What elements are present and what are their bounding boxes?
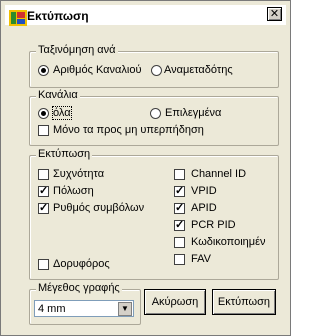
pcr-pid-checkbox[interactable]: ✓ <box>174 220 185 231</box>
sort-by-transponder-radio[interactable] <box>151 65 162 76</box>
apid-label[interactable]: APID <box>191 202 217 214</box>
encrypted-label[interactable]: Κωδικοποιημέν <box>191 236 273 248</box>
selected-channels-label[interactable]: Επιλεγμένα <box>165 107 221 119</box>
window-title: Εκτύπωση <box>27 9 89 23</box>
font-size-group: Μέγεθος γραφής 4 mm ▼ <box>29 282 141 325</box>
satellite-label[interactable]: Δορυφόρος <box>53 258 110 270</box>
sort-group-legend: Ταξινόμηση ανά <box>36 44 118 56</box>
print-fields-group: Εκτύπωση Συχνότητα ✓ Πόλωση ✓ Ρυθμός συμ… <box>29 148 279 280</box>
font-size-legend: Μέγεθος γραφής <box>36 282 122 294</box>
symbol-rate-label[interactable]: Ρυθμός συμβόλων <box>53 202 144 214</box>
non-skip-only-label[interactable]: Μόνο τα προς μη υπερπήδηση <box>53 124 204 136</box>
satellite-checkbox[interactable] <box>38 259 49 270</box>
selected-channels-radio[interactable] <box>150 108 161 119</box>
sort-by-transponder-label[interactable]: Αναμεταδότης <box>164 64 233 76</box>
channels-group: Κανάλια όλα Επιλεγμένα Μόνο τα προς μη υ… <box>29 89 279 146</box>
print-button-label: Εκτύπωση <box>217 296 271 308</box>
polarization-label[interactable]: Πόλωση <box>53 185 94 197</box>
frequency-checkbox[interactable] <box>38 169 49 180</box>
title-bar: Εκτύπωση ✕ <box>5 5 286 26</box>
all-channels-radio[interactable] <box>38 108 49 119</box>
fav-label[interactable]: FAV <box>191 253 211 265</box>
close-icon: ✕ <box>269 8 280 20</box>
vpid-label[interactable]: VPID <box>191 185 217 197</box>
checkmark-icon: ✓ <box>175 185 185 197</box>
app-icon <box>9 10 27 26</box>
pcr-pid-label[interactable]: PCR PID <box>191 219 236 231</box>
checkmark-icon: ✓ <box>175 219 185 231</box>
chevron-down-icon[interactable]: ▼ <box>118 302 132 316</box>
print-dialog: Εκτύπωση ✕ Ταξινόμηση ανά Αριθμός Καναλι… <box>0 0 291 336</box>
checkmark-icon: ✓ <box>175 202 185 214</box>
cancel-button-label: Ακύρωση <box>151 296 199 308</box>
apid-checkbox[interactable]: ✓ <box>174 203 185 214</box>
fav-checkbox[interactable] <box>174 254 185 265</box>
encrypted-checkbox[interactable] <box>174 237 185 248</box>
sort-by-channel-radio[interactable] <box>38 65 49 76</box>
non-skip-only-checkbox[interactable] <box>38 125 49 136</box>
checkmark-icon: ✓ <box>39 185 49 197</box>
channels-group-legend: Κανάλια <box>36 89 80 101</box>
frequency-label[interactable]: Συχνότητα <box>53 168 104 180</box>
cancel-button[interactable]: Ακύρωση <box>144 289 206 315</box>
checkmark-icon: ✓ <box>39 202 49 214</box>
channel-id-checkbox[interactable] <box>174 169 185 180</box>
print-button[interactable]: Εκτύπωση <box>212 289 276 315</box>
symbol-rate-checkbox[interactable]: ✓ <box>38 203 49 214</box>
polarization-checkbox[interactable]: ✓ <box>38 186 49 197</box>
sort-by-channel-label[interactable]: Αριθμός Καναλιού <box>53 64 141 76</box>
all-channels-label[interactable]: όλα <box>52 106 72 120</box>
font-size-select[interactable]: 4 mm ▼ <box>34 300 134 317</box>
sort-group: Ταξινόμηση ανά Αριθμός Καναλιού Αναμεταδ… <box>29 44 279 88</box>
channel-id-label[interactable]: Channel ID <box>191 168 246 180</box>
vpid-checkbox[interactable]: ✓ <box>174 186 185 197</box>
font-size-value: 4 mm <box>38 303 66 315</box>
print-fields-legend: Εκτύπωση <box>36 148 93 160</box>
close-button[interactable]: ✕ <box>267 7 282 21</box>
